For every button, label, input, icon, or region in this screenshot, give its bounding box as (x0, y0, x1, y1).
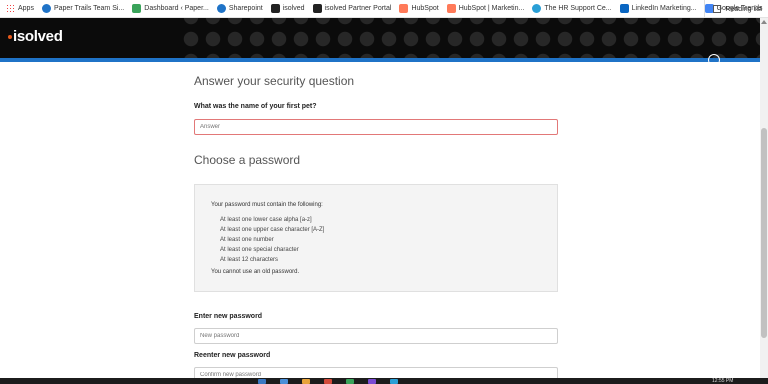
linkedin-icon (619, 4, 629, 13)
taskbar-clock: 12:55 PM (712, 378, 734, 384)
isolved-icon (312, 4, 322, 13)
browser-window: Apps Paper Trails Team Si... Dashboard ‹… (0, 0, 768, 384)
taskbar-app-icon[interactable] (368, 379, 376, 384)
password-requirements-box: Your password must contain the following… (194, 184, 558, 292)
confirm-password-label: Reenter new password (194, 352, 271, 359)
bookmark-paper-trails[interactable]: Paper Trails Team Si... (41, 4, 125, 13)
bookmark-hr-support[interactable]: The HR Support Ce... (532, 4, 612, 13)
os-taskbar: 12:55 PM (0, 378, 768, 384)
sharepoint-icon (41, 4, 51, 13)
reading-list-button[interactable]: Reading list (704, 0, 762, 17)
bookmarks-bar: Apps Paper Trails Team Si... Dashboard ‹… (0, 0, 768, 18)
new-password-label: Enter new password (194, 313, 263, 320)
hubspot-icon (399, 4, 409, 13)
requirement-item: At least 12 characters (220, 257, 279, 263)
choose-password-title: Choose a password (194, 153, 301, 167)
bookmark-isolved-partner-portal[interactable]: isolved Partner Portal (312, 4, 392, 13)
hubspot-icon (446, 4, 456, 13)
bookmark-label: HubSpot | Marketin... (458, 5, 525, 12)
bookmark-isolved[interactable]: isolved (270, 4, 305, 13)
taskbar-app-icon[interactable] (324, 379, 332, 384)
sharepoint-icon (216, 4, 226, 13)
reading-list-icon (713, 5, 722, 13)
isolved-icon (270, 4, 280, 13)
old-password-note: You cannot use an old password. (211, 269, 300, 275)
requirements-heading: Your password must contain the following… (211, 202, 323, 208)
bookmark-sharepoint[interactable]: Sharepoint (216, 4, 263, 13)
scrollbar-thumb[interactable] (761, 128, 767, 338)
bookmark-label: Paper Trails Team Si... (53, 5, 125, 12)
taskbar-app-icon[interactable] (346, 379, 354, 384)
password-setup-form: Answer your security question What was t… (0, 62, 760, 383)
apps-grid-icon (6, 4, 15, 13)
bookmark-hubspot[interactable]: HubSpot (399, 4, 439, 13)
hr-support-icon (532, 4, 542, 13)
dashboard-icon (132, 4, 142, 13)
security-question-title: Answer your security question (194, 74, 355, 88)
page-scrollbar[interactable] (760, 18, 768, 378)
header-pattern (180, 18, 760, 58)
logo-dot-icon (8, 35, 12, 40)
bookmark-dashboard[interactable]: Dashboard ‹ Paper... (132, 4, 209, 13)
scroll-up-arrow-icon[interactable] (761, 20, 767, 24)
bookmark-label: LinkedIn Marketing... (631, 5, 697, 12)
requirement-item: At least one special character (220, 247, 299, 253)
requirements-list: At least one lower case alpha [a-z] At l… (220, 215, 324, 265)
bookmark-label: HubSpot (411, 5, 439, 12)
bookmark-hubspot-marketing[interactable]: HubSpot | Marketin... (446, 4, 525, 13)
bookmark-label: isolved Partner Portal (324, 5, 392, 12)
taskbar-app-icon[interactable] (280, 379, 288, 384)
site-header: isolved (0, 18, 760, 58)
bookmark-linkedin-marketing[interactable]: LinkedIn Marketing... (619, 4, 697, 13)
isolved-logo: isolved (8, 28, 63, 45)
reading-list-label: Reading list (725, 5, 762, 13)
security-answer-input[interactable] (194, 119, 558, 135)
bookmark-apps[interactable]: Apps (6, 4, 34, 13)
bookmark-label: Sharepoint (228, 5, 263, 12)
requirement-item: At least one lower case alpha [a-z] (220, 217, 312, 223)
bookmark-label: The HR Support Ce... (544, 5, 612, 12)
logo-text: isolved (13, 28, 63, 45)
taskbar-app-icon[interactable] (390, 379, 398, 384)
taskbar-app-icon[interactable] (302, 379, 310, 384)
bookmark-label: Dashboard ‹ Paper... (144, 5, 209, 12)
security-question-label: What was the name of your first pet? (194, 103, 317, 110)
bookmark-label: isolved (282, 5, 305, 12)
new-password-input[interactable] (194, 328, 558, 344)
taskbar-app-icon[interactable] (258, 379, 266, 384)
requirement-item: At least one number (220, 237, 274, 243)
bookmark-label: Apps (18, 5, 34, 12)
requirement-item: At least one upper case character [A-Z] (220, 227, 325, 233)
